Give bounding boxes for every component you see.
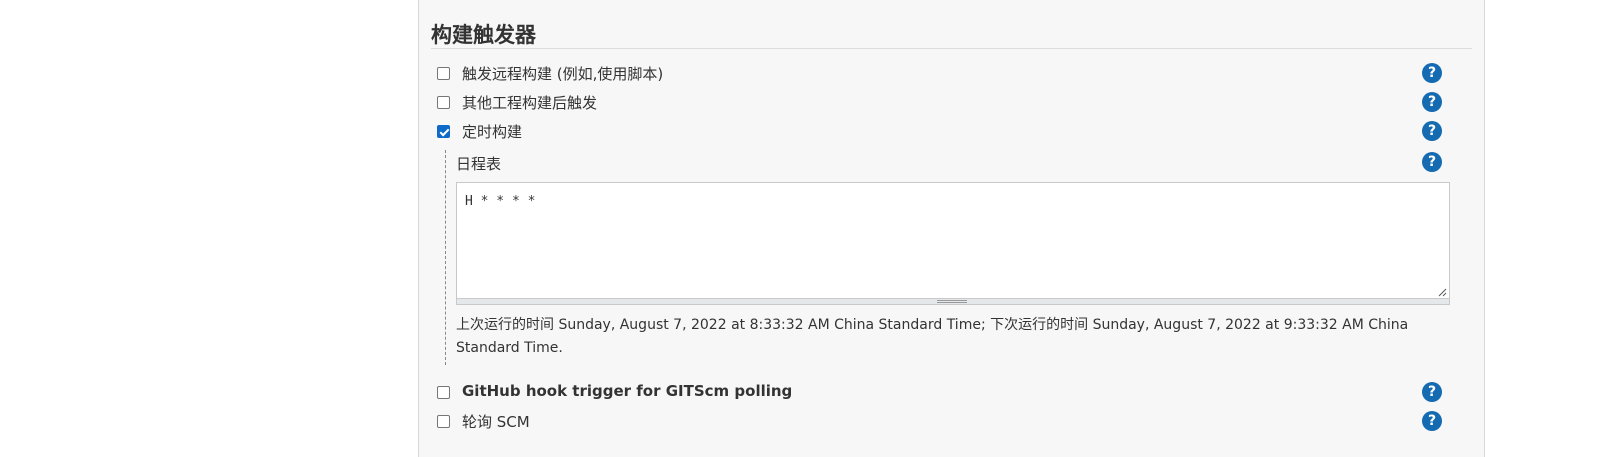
trigger-poll-scm-row: 轮询 SCM ? bbox=[419, 409, 1484, 435]
trigger-upstream-row: 其他工程构建后触发 ? bbox=[419, 90, 1484, 116]
trigger-github-hook-label[interactable]: GitHub hook trigger for GITScm polling bbox=[462, 382, 792, 400]
nested-config-border bbox=[445, 150, 446, 365]
build-triggers-panel: 构建触发器 触发远程构建 (例如,使用脚本) ? 其他工程构建后触发 ? 定时构… bbox=[418, 0, 1485, 457]
section-title: 构建触发器 bbox=[431, 23, 536, 47]
section-divider bbox=[431, 48, 1472, 49]
schedule-textarea[interactable]: H * * * * bbox=[456, 182, 1450, 305]
trigger-periodic-checkbox[interactable] bbox=[437, 125, 450, 138]
help-icon[interactable]: ? bbox=[1422, 92, 1442, 112]
schedule-help-icon[interactable]: ? bbox=[1422, 152, 1442, 172]
textarea-resize-bar[interactable] bbox=[457, 298, 1449, 304]
resize-grip-icon[interactable] bbox=[1437, 287, 1447, 297]
schedule-run-info: 上次运行的时间 Sunday, August 7, 2022 at 8:33:3… bbox=[456, 317, 1409, 356]
trigger-remote-checkbox[interactable] bbox=[437, 67, 450, 80]
trigger-upstream-checkbox[interactable] bbox=[437, 96, 450, 109]
trigger-remote-row: 触发远程构建 (例如,使用脚本) ? bbox=[419, 61, 1484, 87]
trigger-poll-scm-checkbox[interactable] bbox=[437, 415, 450, 428]
help-icon[interactable]: ? bbox=[1422, 411, 1442, 431]
drag-handle-icon[interactable] bbox=[937, 300, 967, 303]
trigger-github-hook-checkbox[interactable] bbox=[437, 386, 450, 399]
help-icon[interactable]: ? bbox=[1422, 121, 1442, 141]
schedule-value[interactable]: H * * * * bbox=[465, 194, 535, 209]
trigger-poll-scm-label[interactable]: 轮询 SCM bbox=[462, 411, 530, 432]
trigger-periodic-row: 定时构建 ? bbox=[419, 119, 1484, 145]
trigger-upstream-label[interactable]: 其他工程构建后触发 bbox=[462, 92, 597, 113]
trigger-github-hook-row: GitHub hook trigger for GITScm polling ? bbox=[419, 380, 1484, 406]
schedule-label: 日程表 bbox=[456, 155, 502, 173]
trigger-remote-label[interactable]: 触发远程构建 (例如,使用脚本) bbox=[462, 63, 663, 84]
help-icon[interactable]: ? bbox=[1422, 63, 1442, 83]
help-icon[interactable]: ? bbox=[1422, 382, 1442, 402]
trigger-periodic-label[interactable]: 定时构建 bbox=[462, 121, 522, 142]
